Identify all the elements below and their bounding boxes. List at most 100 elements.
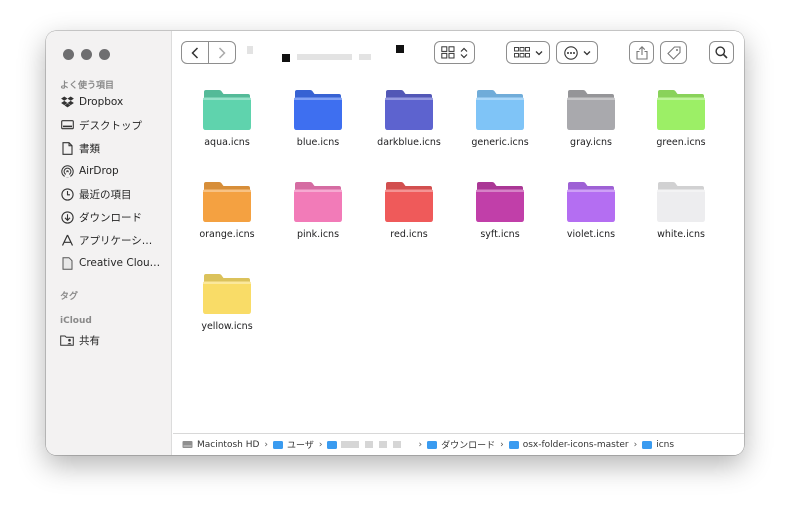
applications-icon bbox=[60, 233, 74, 247]
path-separator: › bbox=[418, 439, 423, 450]
toolbar bbox=[173, 31, 744, 75]
window-controls bbox=[63, 49, 110, 60]
action-menu-button[interactable] bbox=[556, 41, 598, 64]
search-button[interactable] bbox=[709, 41, 734, 64]
folder-icon bbox=[294, 90, 342, 130]
path-label: osx-folder-icons-master bbox=[522, 439, 629, 450]
file-name: green.icns bbox=[656, 137, 706, 148]
zoom-window-button[interactable] bbox=[99, 49, 110, 60]
file-item[interactable]: orange.icns bbox=[181, 181, 273, 240]
tag-icon bbox=[666, 45, 681, 60]
path-separator: › bbox=[318, 439, 323, 450]
file-item[interactable]: aqua.icns bbox=[181, 89, 273, 148]
file-name: pink.icns bbox=[296, 229, 340, 240]
sidebar-item-dropbox[interactable]: Dropbox bbox=[60, 92, 170, 112]
chevron-updown-icon bbox=[460, 47, 468, 58]
file-name: aqua.icns bbox=[204, 137, 250, 148]
redacted-path bbox=[365, 441, 374, 448]
file-item[interactable]: blue.icns bbox=[272, 89, 364, 148]
folder-icon bbox=[642, 440, 653, 449]
path-separator: › bbox=[264, 439, 269, 450]
path-label: icns bbox=[656, 439, 675, 450]
path-item-downloads[interactable]: ダウンロード bbox=[427, 438, 495, 451]
file-name: violet.icns bbox=[566, 229, 616, 240]
folder-icon bbox=[567, 90, 615, 130]
minimize-window-button[interactable] bbox=[81, 49, 92, 60]
file-name: darkblue.icns bbox=[377, 137, 441, 148]
sidebar-item-airdrop[interactable]: AirDrop bbox=[60, 161, 170, 181]
path-separator: › bbox=[500, 439, 504, 450]
back-button[interactable] bbox=[182, 42, 209, 63]
path-label: ダウンロード bbox=[441, 441, 496, 451]
file-item[interactable]: pink.icns bbox=[272, 181, 364, 240]
file-item[interactable]: yellow.icns bbox=[181, 273, 273, 332]
redacted-title bbox=[359, 54, 371, 60]
file-item[interactable]: white.icns bbox=[635, 181, 727, 240]
sidebar-item-label: AirDrop bbox=[79, 165, 119, 177]
folder-icon bbox=[427, 440, 438, 449]
sidebar-item-downloads[interactable]: ダウンロード bbox=[60, 207, 170, 227]
chevron-right-icon bbox=[218, 46, 226, 59]
file-name: syft.icns bbox=[480, 229, 520, 240]
sidebar-item-label: Creative Clou… bbox=[79, 257, 161, 269]
redacted-title bbox=[396, 45, 404, 53]
path-label: ユーザ bbox=[287, 441, 314, 451]
grid-view-icon bbox=[441, 46, 455, 59]
sidebar-item-label: 共有 bbox=[79, 334, 100, 347]
path-item-user-home[interactable] bbox=[327, 440, 413, 449]
nav-buttons bbox=[181, 41, 236, 64]
sidebar-item-documents[interactable]: 書類 bbox=[60, 138, 170, 158]
file-name: blue.icns bbox=[296, 137, 340, 148]
file-item[interactable]: generic.icns bbox=[454, 89, 546, 148]
path-separator: › bbox=[633, 439, 638, 450]
folder-icon bbox=[385, 90, 433, 130]
folder-icon bbox=[273, 440, 284, 449]
folder-icon bbox=[327, 440, 338, 449]
sidebar-item-desktop[interactable]: デスクトップ bbox=[60, 115, 170, 135]
redacted-title bbox=[247, 46, 253, 54]
path-item-current[interactable]: icns bbox=[642, 440, 674, 450]
more-icon bbox=[563, 45, 578, 60]
desktop-icon bbox=[60, 118, 74, 132]
path-item-users[interactable]: ユーザ bbox=[273, 438, 314, 451]
file-item[interactable]: green.icns bbox=[635, 89, 727, 148]
file-item[interactable]: violet.icns bbox=[545, 181, 637, 240]
file-name: orange.icns bbox=[199, 229, 255, 240]
file-item[interactable]: darkblue.icns bbox=[363, 89, 455, 148]
path-item-disk[interactable]: Macintosh HD bbox=[182, 440, 259, 450]
redacted-path bbox=[379, 441, 388, 448]
redacted-path bbox=[393, 441, 402, 448]
folder-icon bbox=[476, 90, 524, 130]
finder-window: よく使う項目 Dropbox デスクトップ 書類 AirDrop 最近の項目 ダ… bbox=[46, 31, 744, 455]
shared-folder-icon bbox=[60, 333, 74, 347]
file-item[interactable]: syft.icns bbox=[454, 181, 546, 240]
close-window-button[interactable] bbox=[63, 49, 74, 60]
chevron-down-icon bbox=[535, 50, 542, 55]
file-item[interactable]: gray.icns bbox=[545, 89, 637, 148]
sidebar-item-creative-cloud[interactable]: Creative Clou… bbox=[60, 253, 170, 273]
sidebar-item-shared[interactable]: 共有 bbox=[60, 330, 170, 350]
tag-button[interactable] bbox=[660, 41, 687, 64]
file-icon bbox=[60, 256, 74, 270]
file-item[interactable]: red.icns bbox=[363, 181, 455, 240]
folder-icon bbox=[203, 90, 251, 130]
path-item-repo[interactable]: osx-folder-icons-master bbox=[508, 439, 629, 450]
sidebar: よく使う項目 Dropbox デスクトップ 書類 AirDrop 最近の項目 ダ… bbox=[46, 31, 172, 455]
folder-icon bbox=[203, 182, 251, 222]
favorites-header: よく使う項目 bbox=[60, 81, 115, 91]
share-button[interactable] bbox=[629, 41, 654, 64]
sidebar-item-label: ダウンロード bbox=[79, 211, 142, 224]
sidebar-item-recents[interactable]: 最近の項目 bbox=[60, 184, 170, 204]
icloud-header: iCloud bbox=[60, 316, 92, 326]
clock-icon bbox=[60, 187, 74, 201]
view-mode-button[interactable] bbox=[434, 41, 475, 64]
chevron-down-icon bbox=[583, 50, 590, 55]
folder-icon bbox=[385, 182, 433, 222]
download-icon bbox=[60, 210, 74, 224]
forward-button[interactable] bbox=[209, 42, 235, 63]
sidebar-item-applications[interactable]: アプリケーシ… bbox=[60, 230, 170, 250]
folder-icon bbox=[476, 182, 524, 222]
sidebar-item-label: Dropbox bbox=[79, 96, 124, 108]
group-icon bbox=[513, 47, 530, 58]
group-by-button[interactable] bbox=[506, 41, 550, 64]
